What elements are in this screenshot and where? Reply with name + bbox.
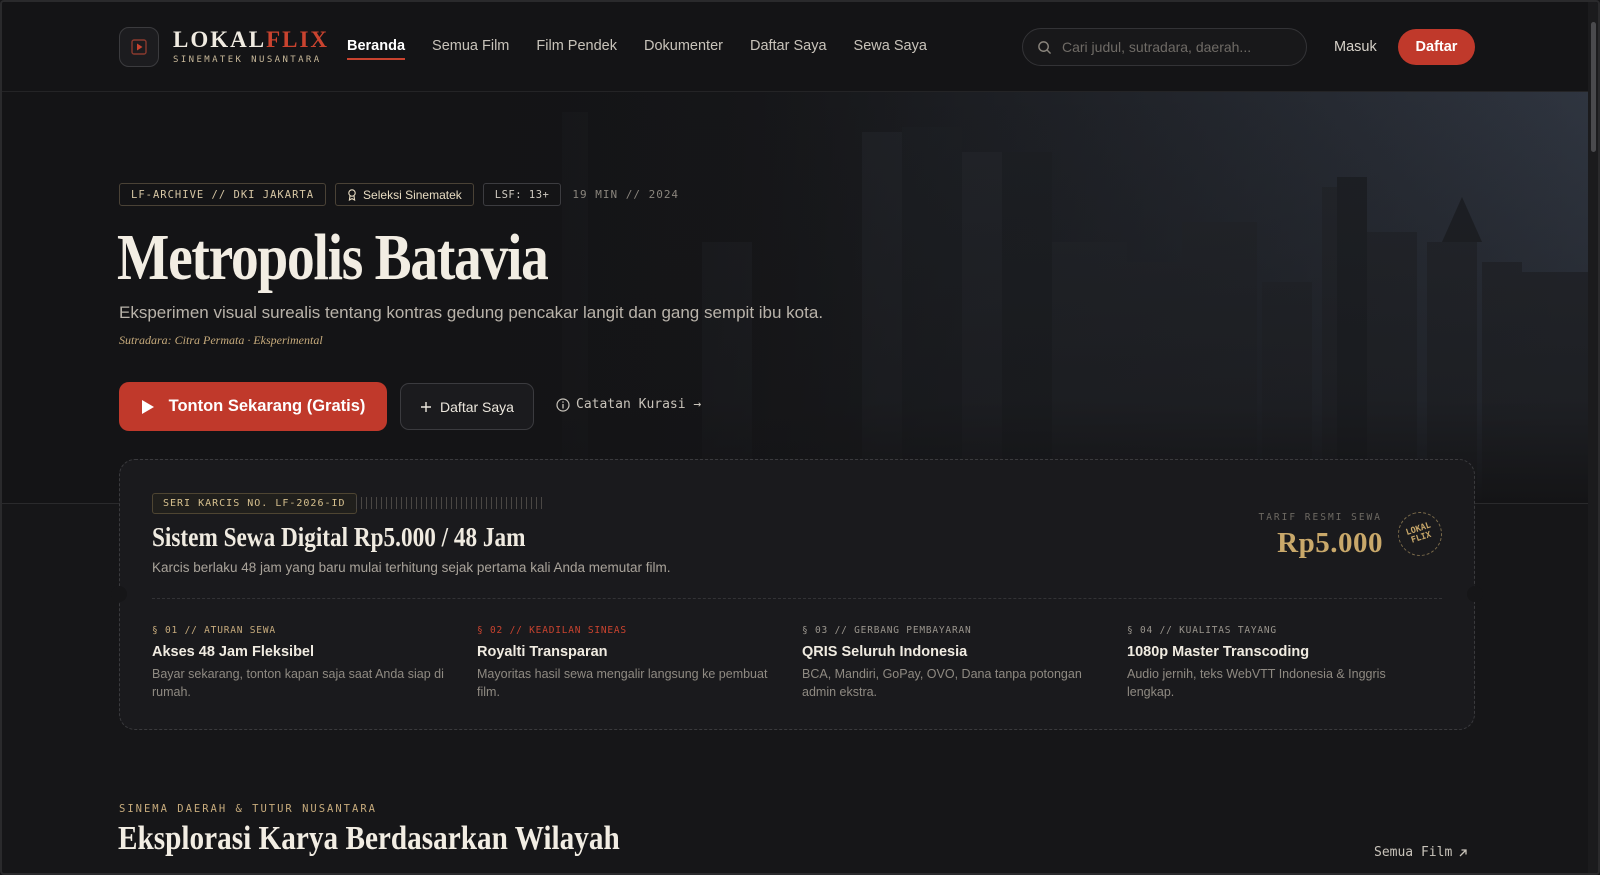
add-to-list-button[interactable]: Daftar Saya <box>400 383 534 430</box>
ticket-features: § 01 // ATURAN SEWA Akses 48 Jam Fleksib… <box>152 625 1452 701</box>
curation-notes-link[interactable]: Catatan Kurasi → <box>556 397 701 412</box>
register-button[interactable]: Daftar <box>1398 29 1475 65</box>
login-link[interactable]: Masuk <box>1334 39 1377 55</box>
brand-name-main: LOKAL <box>173 27 267 52</box>
hero-banner: LF-ARCHIVE // DKI JAKARTA Seleksi Sinema… <box>2 92 1592 504</box>
rental-price: Rp5.000 <box>1277 527 1383 559</box>
page-scrollbar[interactable] <box>1588 2 1598 873</box>
hero-title: Metropolis Batavia <box>117 221 549 294</box>
feature-item: § 01 // ATURAN SEWA Akses 48 Jam Fleksib… <box>152 625 477 701</box>
feature-description: Audio jernih, teks WebVTT Indonesia & In… <box>1127 667 1386 699</box>
duration-year: 19 MIN // 2024 <box>572 188 680 201</box>
play-icon <box>141 399 154 414</box>
watch-now-label: Tonton Sekarang (Gratis) <box>168 397 366 415</box>
feature-item: § 04 // KUALITAS TAYANG 1080p Master Tra… <box>1127 625 1452 701</box>
city-skyline-backdrop <box>2 92 1592 503</box>
nav-item-dokumenter[interactable]: Dokumenter <box>644 38 723 60</box>
ticket-notch-right <box>1467 586 1483 602</box>
arrow-up-right-icon <box>1459 848 1467 856</box>
nav-item-film-pendek[interactable]: Film Pendek <box>536 38 617 60</box>
award-icon <box>348 188 356 201</box>
rating-tag: LSF: 13+ <box>482 183 562 206</box>
nav-item-semua-film[interactable]: Semua Film <box>432 38 509 60</box>
top-navigation-bar: LOKALFLIX SINEMATEK NUSANTARA Beranda Se… <box>2 2 1592 92</box>
nav-item-sewa-saya[interactable]: Sewa Saya <box>854 38 927 60</box>
main-nav: Beranda Semua Film Film Pendek Dokumente… <box>347 38 927 60</box>
feature-title: 1080p Master Transcoding <box>1127 644 1310 660</box>
add-to-list-label: Daftar Saya <box>440 398 514 415</box>
search-input[interactable] <box>1062 39 1282 55</box>
selection-badge-label: Seleksi Sinematek <box>363 187 462 202</box>
curation-notes-label: Catatan Kurasi → <box>576 397 702 412</box>
brand-stamp: LOKAL FLIX <box>1392 506 1448 562</box>
feature-kicker: § 02 // KEADILAN SINEAS <box>477 625 627 636</box>
feature-description: BCA, Mandiri, GoPay, OVO, Dana tanpa pot… <box>802 667 1082 699</box>
ticket-divider <box>152 598 1442 599</box>
logo-mark[interactable] <box>119 27 159 67</box>
all-films-label: Semua Film <box>1374 845 1453 860</box>
hero-meta-tags: LF-ARCHIVE // DKI JAKARTA Seleksi Sinema… <box>119 183 679 206</box>
section-title: Eksplorasi Karya Berdasarkan Wilayah <box>118 820 620 857</box>
ticket-notch-left <box>111 586 127 602</box>
feature-item: § 02 // KEADILAN SINEAS Royalti Transpar… <box>477 625 802 701</box>
play-logo-icon <box>131 39 147 55</box>
ticket-subtitle: Karcis berlaku 48 jam yang baru mulai te… <box>152 560 671 575</box>
brand-subtitle: SINEMATEK NUSANTARA <box>173 55 322 65</box>
feature-item: § 03 // GERBANG PEMBAYARAN QRIS Seluruh … <box>802 625 1127 701</box>
scrollbar-thumb[interactable] <box>1591 22 1596 152</box>
hero-director: Sutradara: Citra Permata · Eksperimental <box>119 333 323 347</box>
brand-name[interactable]: LOKALFLIX <box>173 27 329 53</box>
nav-item-beranda[interactable]: Beranda <box>347 38 406 60</box>
app-frame: LOKALFLIX SINEMATEK NUSANTARA Beranda Se… <box>0 0 1600 875</box>
info-icon <box>556 397 570 412</box>
archive-tag: LF-ARCHIVE // DKI JAKARTA <box>119 183 327 206</box>
feature-kicker: § 03 // GERBANG PEMBAYARAN <box>802 625 972 636</box>
watch-now-button[interactable]: Tonton Sekarang (Gratis) <box>119 382 387 431</box>
plus-icon <box>421 401 432 412</box>
barcode-decoration <box>356 497 546 509</box>
brand-name-accent: FLIX <box>266 27 330 52</box>
selection-badge: Seleksi Sinematek <box>335 183 474 206</box>
all-films-link[interactable]: Semua Film <box>1374 845 1468 860</box>
stamp-text: LOKAL FLIX <box>1405 521 1435 546</box>
rental-ticket-card: SERI KARCIS NO. LF-2026-ID Sistem Sewa D… <box>111 459 1483 730</box>
search-box[interactable] <box>1022 28 1307 66</box>
feature-kicker: § 01 // ATURAN SEWA <box>152 625 276 636</box>
feature-title: QRIS Seluruh Indonesia <box>802 644 968 660</box>
feature-description: Bayar sekarang, tonton kapan saja saat A… <box>152 667 444 699</box>
feature-title: Royalti Transparan <box>477 644 608 660</box>
feature-description: Mayoritas hasil sewa mengalir langsung k… <box>477 667 768 699</box>
section-kicker: SINEMA DAERAH & TUTUR NUSANTARA <box>119 803 377 815</box>
ticket-serial: SERI KARCIS NO. LF-2026-ID <box>152 493 357 514</box>
search-icon <box>1038 40 1051 54</box>
hero-description: Eksperimen visual surealis tentang kontr… <box>119 303 824 322</box>
feature-title: Akses 48 Jam Fleksibel <box>152 644 315 660</box>
price-label: TARIF RESMI SEWA <box>1258 512 1382 523</box>
nav-item-daftar-saya[interactable]: Daftar Saya <box>750 38 827 60</box>
feature-kicker: § 04 // KUALITAS TAYANG <box>1127 625 1277 636</box>
ticket-title: Sistem Sewa Digital Rp5.000 / 48 Jam <box>152 522 526 552</box>
